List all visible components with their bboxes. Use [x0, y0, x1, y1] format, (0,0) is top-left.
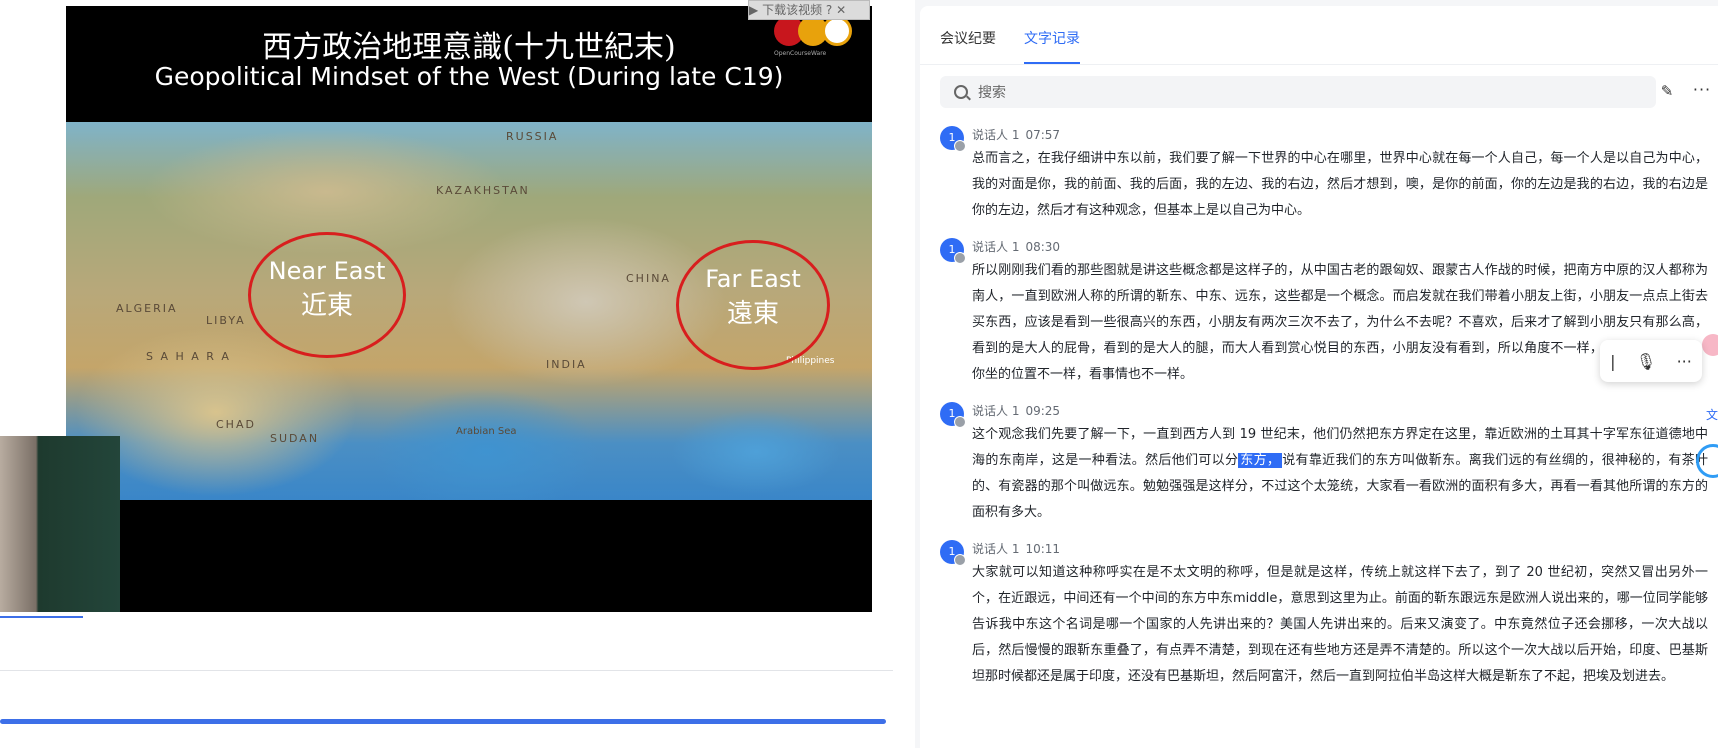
floating-assistant-dot[interactable] [1702, 334, 1718, 356]
speaker-name[interactable]: 说话人 1 [972, 240, 1019, 254]
picture-in-picture-video[interactable] [0, 436, 120, 612]
entry-meta: 说话人 1 08:30 [972, 236, 1708, 258]
entry-text[interactable]: 大家就可以知道这种称呼实在是不太文明的称呼，但是就是这样，传统上就这样下去了，到… [972, 560, 1708, 690]
far-east-circle: Far East 遠東 [676, 240, 830, 370]
transcript-list: 1 说话人 1 07:57 总而言之，在我仔细讲中东以前，我们要了解一下世界的中心… [940, 124, 1708, 702]
map-label-kazakhstan: KAZAKHSTAN [436, 184, 530, 197]
close-icon[interactable]: ✕ [836, 3, 846, 17]
panel-tabs: 会议纪要 文字记录 [940, 28, 1080, 64]
transcript-entry: 1 说话人 1 07:57 总而言之，在我仔细讲中东以前，我们要了解一下世界的中心… [940, 124, 1708, 224]
map-label-chad: CHAD [216, 418, 256, 431]
ocw-logo: OpenCourseWare [774, 16, 864, 62]
near-east-label-cn: 近東 [300, 291, 353, 321]
timestamp[interactable]: 08:30 [1025, 240, 1060, 254]
tab-underline-divider [920, 64, 1718, 65]
map-label-algeria: ALGERIA [116, 302, 178, 315]
download-label: 下载该视频 [762, 3, 823, 17]
avatar-badge [954, 252, 966, 264]
map-label-sudan: SUDAN [270, 432, 320, 445]
search-input[interactable] [976, 76, 1640, 110]
world-map: RUSSIA KAZAKHSTAN CHINA INDIA ALGERIA LI… [66, 122, 872, 500]
timestamp[interactable]: 09:25 [1025, 404, 1060, 418]
far-east-label-cn: 遠東 [726, 299, 779, 329]
logo-subtitle: OpenCourseWare [774, 50, 827, 57]
more-icon[interactable]: ··· [1692, 80, 1712, 100]
playback-progress-bar[interactable] [0, 719, 886, 724]
far-east-label-en: Far East [705, 265, 801, 293]
slide-title-chinese: 西方政治地理意識(十九世紀末) [262, 30, 676, 65]
more-options-icon[interactable]: ··· [1677, 352, 1692, 371]
selection-toolbar: | 🎙 ··· [1600, 340, 1702, 382]
entry-text[interactable]: 总而言之，在我仔细讲中东以前，我们要了解一下世界的中心在哪里，世界中心就在每一个… [972, 146, 1708, 224]
avatar-badge [954, 554, 966, 566]
speaker-name[interactable]: 说话人 1 [972, 128, 1019, 142]
entry-meta: 说话人 1 10:11 [972, 538, 1708, 560]
map-label-india: INDIA [546, 358, 587, 371]
pencil-icon[interactable]: ✎ [1658, 82, 1676, 100]
avatar-badge [954, 140, 966, 152]
entry-text[interactable]: 这个观念我们先要了解一下，一直到西方人到 19 世纪末，他们仍然把东方界定在这里… [972, 422, 1708, 526]
playback-buffer-indicator [0, 616, 83, 618]
map-label-sahara: S A H A R A [146, 350, 231, 363]
transcript-entry: 1 说话人 1 10:11 大家就可以知道这种称呼实在是不太文明的称呼，但是就是这… [940, 538, 1708, 690]
near-east-label-en: Near East [268, 257, 386, 285]
transcript-panel: 会议纪要 文字记录 ✎ ··· 1 说话人 107:57 总而言之，在我仔细讲中… [920, 6, 1718, 748]
divider [0, 670, 893, 671]
entry-meta: 说话人 1 07:57 [972, 124, 1708, 146]
map-label-china: CHINA [626, 272, 671, 285]
near-east-circle: Near East 近東 [248, 232, 406, 358]
map-label-russia: RUSSIA [506, 130, 559, 143]
avatar-badge [954, 416, 966, 428]
tab-transcript[interactable]: 文字记录 [1024, 28, 1080, 64]
slide-title-english: Geopolitical Mindset of the West (During… [154, 62, 784, 91]
transcript-entry: 1 说话人 1 08:30 所以刚刚我们看的那些图就是讲这些概念都是这样子的，从中… [940, 236, 1708, 388]
help-icon[interactable]: ? [826, 3, 832, 17]
cursor-icon[interactable]: | [1610, 352, 1615, 371]
entry-meta: 说话人 1 09:25 [972, 400, 1708, 422]
speaker-name[interactable]: 说话人 1 [972, 404, 1019, 418]
microphone-icon[interactable]: 🎙 [1636, 352, 1656, 371]
search-box[interactable] [940, 76, 1656, 110]
selected-text[interactable]: 东方， [1238, 453, 1283, 468]
map-label-libya: LIBYA [206, 314, 246, 327]
timestamp[interactable]: 10:11 [1025, 542, 1060, 556]
entry-text[interactable]: 所以刚刚我们看的那些图就是讲这些概念都是这样子的，从中国古老的跟匈奴、跟蒙古人作… [972, 258, 1708, 388]
translate-icon[interactable]: 文 [1706, 406, 1718, 423]
video-frame[interactable]: 西方政治地理意識(十九世紀末) Geopolitical Mindset of … [66, 6, 872, 612]
speaker-name[interactable]: 说话人 1 [972, 542, 1019, 556]
video-player-area: 西方政治地理意識(十九世紀末) Geopolitical Mindset of … [0, 0, 915, 748]
transcript-entry: 1 说话人 1 09:25 这个观念我们先要了解一下，一直到西方人到 19 世纪末… [940, 400, 1708, 526]
map-label-arabian-sea: Arabian Sea [456, 426, 517, 437]
download-video-button[interactable]: ▶ 下载该视频 ? ✕ [748, 0, 870, 20]
search-icon [954, 85, 968, 99]
timestamp[interactable]: 07:57 [1025, 128, 1060, 142]
tab-meeting-minutes[interactable]: 会议纪要 [940, 28, 996, 62]
play-icon: ▶ [749, 3, 759, 17]
